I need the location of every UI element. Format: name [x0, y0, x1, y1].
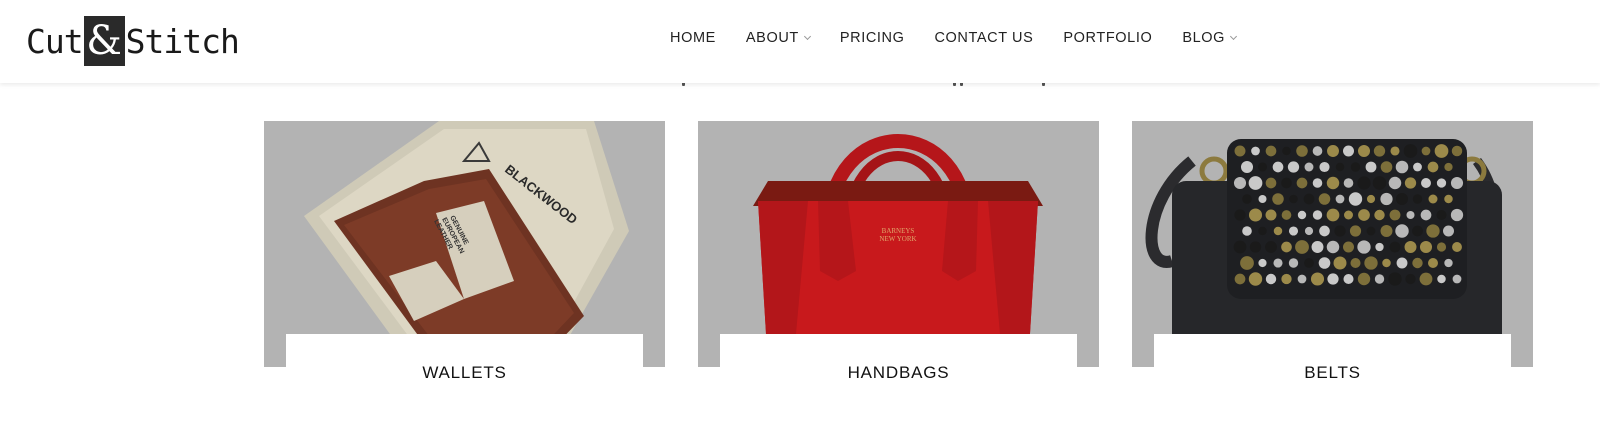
- logo-text-cut: Cut: [26, 21, 84, 61]
- studded-bag-product-image: [1132, 121, 1533, 367]
- main-nav: HOME ABOUT PRICING CONTACT US PORTFOLIO …: [670, 30, 1266, 46]
- bag-brand-line-2: NEW YORK: [879, 235, 916, 243]
- nav-item-blog[interactable]: BLOG: [1182, 30, 1238, 46]
- category-label[interactable]: BELTS: [1132, 363, 1533, 383]
- chevron-down-icon: [803, 32, 811, 40]
- nav-item-about[interactable]: ABOUT: [745, 30, 811, 46]
- nav-item-portfolio[interactable]: PORTFOLIO: [1063, 30, 1152, 46]
- category-card-wallets[interactable]: BLACKWOOD GENUINE EUROPEAN LEATHER WALLE…: [264, 121, 665, 423]
- nav-label: HOME: [670, 30, 716, 46]
- nav-item-pricing[interactable]: PRICING: [840, 30, 905, 46]
- nav-label: PORTFOLIO: [1063, 30, 1153, 46]
- bag-brand-line-1: BARNEYS: [882, 227, 915, 235]
- site-header: Cut & Stitch HOME ABOUT PRICING CONTACT …: [0, 0, 1600, 83]
- category-label[interactable]: HANDBAGS: [698, 363, 1099, 383]
- nav-label: ABOUT: [745, 30, 799, 46]
- chevron-down-icon: [1230, 32, 1238, 40]
- logo-ampersand: &: [83, 16, 125, 66]
- category-label[interactable]: WALLETS: [264, 363, 665, 383]
- wallet-product-image: BLACKWOOD GENUINE EUROPEAN LEATHER: [264, 121, 665, 367]
- category-card-handbags[interactable]: BARNEYS NEW YORK HANDBAGS: [698, 121, 1099, 423]
- nav-label: BLOG: [1182, 30, 1226, 46]
- nav-item-contact-us[interactable]: CONTACT US: [934, 30, 1033, 46]
- nav-label: CONTACT US: [934, 30, 1034, 46]
- clipped-heading-fragment: [660, 80, 1060, 91]
- site-logo[interactable]: Cut & Stitch: [26, 16, 240, 66]
- logo-text-stitch: Stitch: [125, 21, 240, 61]
- category-card-belts[interactable]: BELTS: [1132, 121, 1533, 423]
- nav-label: PRICING: [839, 30, 905, 46]
- handbag-product-image: BARNEYS NEW YORK: [698, 121, 1099, 367]
- nav-item-home[interactable]: HOME: [670, 30, 716, 46]
